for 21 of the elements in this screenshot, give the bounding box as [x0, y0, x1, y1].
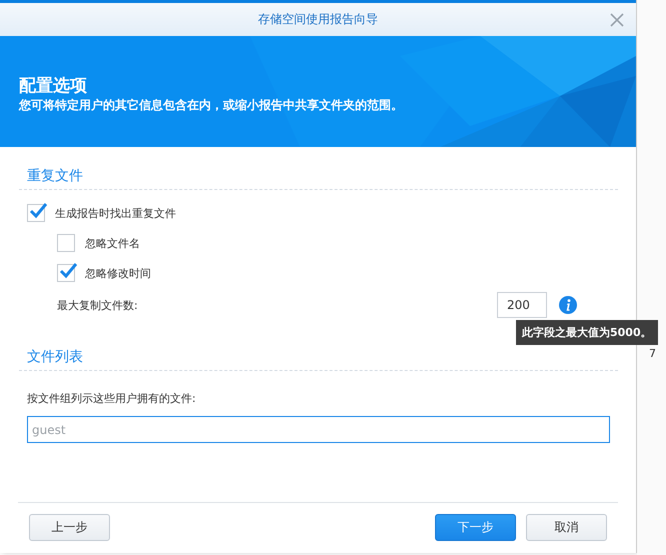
user-field[interactable]: guest	[27, 416, 610, 443]
field-label: 按文件组列示这些用户拥有的文件:	[27, 391, 196, 406]
checkbox-label: 忽略修改时间	[85, 266, 151, 280]
back-button[interactable]: 上一步	[29, 514, 110, 541]
window-title: 存储空间使用报告向导	[258, 11, 378, 28]
cancel-button[interactable]: 取消	[526, 514, 607, 541]
field-label: 最大复制文件数:	[57, 298, 139, 312]
section-heading: 重复文件	[27, 167, 83, 185]
checkbox[interactable]	[27, 204, 45, 222]
checkbox-label: 忽略文件名	[85, 236, 140, 250]
section-heading: 文件列表	[27, 348, 83, 366]
banner-title: 配置选项	[19, 75, 88, 97]
info-icon[interactable]	[559, 296, 577, 314]
checkbox[interactable]	[57, 264, 75, 282]
checkbox-label: 生成报告时找出重复文件	[55, 206, 176, 220]
banner-subtitle: 您可将特定用户的其它信息包含在内，或缩小报告中共享文件夹的范围。	[19, 97, 403, 114]
close-icon[interactable]	[610, 13, 624, 27]
checkbox[interactable]	[57, 234, 75, 252]
background-text: 7	[649, 347, 656, 360]
tooltip: 此字段之最大值为5000。	[516, 320, 658, 345]
number-field[interactable]: 200	[497, 292, 547, 318]
